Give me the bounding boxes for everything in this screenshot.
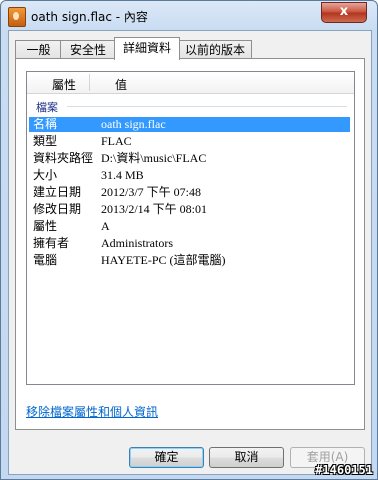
properties-window: oath sign.flac - 內容 x 一般 安全性 詳細資料 以前的版本 … (0, 0, 378, 480)
row-value: FLAC (101, 134, 132, 148)
watermark: #1460151 (315, 463, 373, 477)
tab-general[interactable]: 一般 (15, 40, 62, 59)
row-key: 類型 (33, 134, 58, 148)
details-panel: 屬性 值 檔案 名稱 oath sign.flac 類型 FLAC 資料夾路徑 … (15, 58, 365, 430)
remove-properties-link[interactable]: 移除檔案屬性和個人資訊 (26, 403, 158, 420)
row-key: 建立日期 (33, 185, 82, 199)
group-divider (67, 106, 347, 107)
group-header-file: 檔案 (36, 101, 58, 114)
detail-row-modified[interactable]: 修改日期 2013/2/14 下午 08:01 (29, 202, 350, 217)
row-key: 屬性 (33, 219, 58, 233)
tab-details[interactable]: 詳細資料 (114, 37, 180, 60)
tab-security[interactable]: 安全性 (60, 40, 116, 59)
details-list[interactable]: 屬性 值 檔案 名稱 oath sign.flac 類型 FLAC 資料夾路徑 … (26, 71, 355, 385)
detail-row-owner[interactable]: 擁有者 Administrators (29, 236, 350, 251)
row-value: 2012/3/7 下午 07:48 (101, 185, 202, 199)
row-key: 擁有者 (33, 236, 70, 250)
row-value: HAYETE-PC (這部電腦) (101, 253, 226, 267)
row-key: 大小 (33, 168, 58, 182)
row-value: oath sign.flac (101, 117, 166, 131)
window-title: oath sign.flac - 內容 (31, 10, 148, 24)
tab-previous-versions[interactable]: 以前的版本 (178, 40, 252, 59)
row-value: D:\資料\music\FLAC (101, 151, 207, 165)
detail-row-size[interactable]: 大小 31.4 MB (29, 168, 350, 183)
close-button[interactable]: x (321, 2, 367, 23)
column-header-value[interactable]: 值 (115, 76, 127, 93)
detail-row-created[interactable]: 建立日期 2012/3/7 下午 07:48 (29, 185, 350, 200)
ok-button[interactable]: 確定 (129, 447, 204, 468)
dialog-body: 一般 安全性 詳細資料 以前的版本 屬性 值 檔案 名稱 oath sign.f… (8, 30, 372, 475)
row-value: 2013/2/14 下午 08:01 (101, 202, 208, 216)
row-key: 電腦 (33, 253, 58, 267)
detail-row-type[interactable]: 類型 FLAC (29, 134, 350, 149)
row-value: A (101, 219, 110, 233)
detail-row-computer[interactable]: 電腦 HAYETE-PC (這部電腦) (29, 253, 350, 268)
row-key: 名稱 (33, 117, 58, 131)
row-value: 31.4 MB (101, 168, 144, 182)
column-header-property[interactable]: 屬性 (52, 76, 76, 93)
row-value: Administrators (101, 236, 173, 250)
row-key: 修改日期 (33, 202, 82, 216)
cancel-button[interactable]: 取消 (209, 447, 284, 468)
row-key: 資料夾路徑 (33, 151, 94, 165)
detail-row-folder-path[interactable]: 資料夾路徑 D:\資料\music\FLAC (29, 151, 350, 166)
title-bar[interactable]: oath sign.flac - 內容 x (1, 1, 377, 31)
list-header: 屬性 值 (27, 72, 354, 94)
detail-row-name[interactable]: 名稱 oath sign.flac (29, 117, 350, 132)
detail-row-attributes[interactable]: 屬性 A (29, 219, 350, 234)
flac-file-icon (8, 7, 26, 27)
column-divider[interactable] (89, 74, 90, 91)
